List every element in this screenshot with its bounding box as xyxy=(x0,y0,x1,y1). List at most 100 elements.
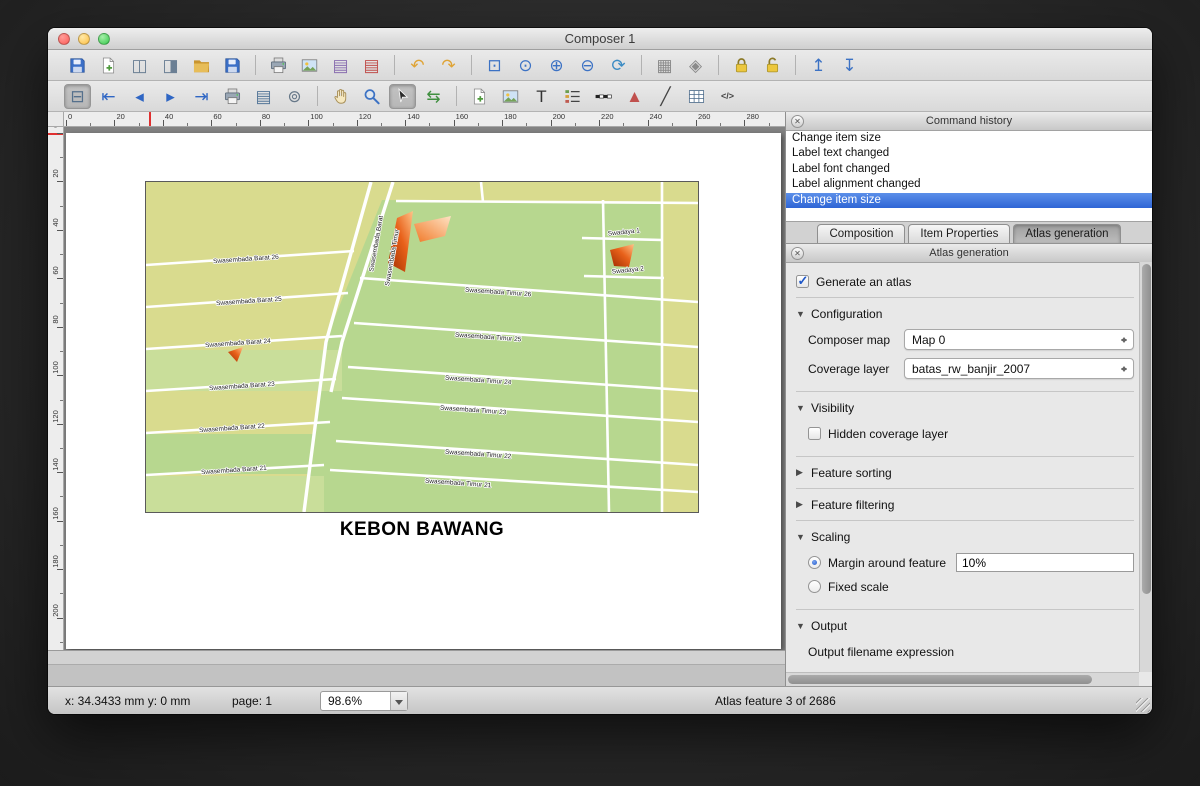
history-item[interactable]: Change item size xyxy=(786,131,1152,146)
zoom-window-button[interactable] xyxy=(98,33,110,45)
hidden-coverage-layer-checkbox[interactable] xyxy=(808,427,821,440)
add-map-icon[interactable] xyxy=(466,84,493,109)
ruler-tick xyxy=(744,120,745,126)
raise-selected-items-icon[interactable]: ↥ xyxy=(805,53,832,78)
add-table-icon[interactable] xyxy=(683,84,710,109)
atlas-generation-panel: Generate an atlas Configuration Composer… xyxy=(786,263,1152,686)
atlas-first-feature-icon[interactable]: ⇤ xyxy=(95,84,122,109)
margin-value-input[interactable] xyxy=(956,553,1134,572)
ruler-tick-label: 100 xyxy=(310,112,323,121)
close-panel-icon[interactable] xyxy=(791,115,804,128)
coverage-layer-combo[interactable]: batas_rw_banjir_2007 xyxy=(904,358,1134,379)
divider xyxy=(796,297,1134,298)
zoom-full-icon[interactable]: ⊡ xyxy=(481,53,508,78)
fixed-scale-radio[interactable] xyxy=(808,580,821,593)
move-item-content-icon[interactable]: ⇆ xyxy=(420,84,447,109)
titlebar[interactable]: Composer 1 xyxy=(48,28,1152,50)
disclosure-triangle-icon[interactable] xyxy=(796,621,807,631)
scrollbar-thumb[interactable] xyxy=(788,675,1092,684)
export-svg-icon[interactable]: ▤ xyxy=(327,53,354,78)
composer-window: Composer 1 ◫◨▤▤↶↷⊡⊙⊕⊖⟳▦◈↥↧ ⊟⇤◂▸⇥▤⊚⇆T▲╱</… xyxy=(48,28,1152,714)
ruler-tick-label: 0 xyxy=(68,112,72,121)
cursor-position-readout: x: 34.3433 mm y: 0 mm xyxy=(65,694,190,708)
undo-icon[interactable]: ↶ xyxy=(404,53,431,78)
ruler-tick xyxy=(60,593,63,594)
preview-atlas-icon[interactable]: ⊟ xyxy=(64,84,91,109)
disclosure-triangle-icon[interactable] xyxy=(796,467,807,478)
disclosure-triangle-icon[interactable] xyxy=(796,499,807,510)
dropdown-arrow-icon[interactable] xyxy=(390,692,407,710)
zoom-tool-icon[interactable] xyxy=(358,84,385,109)
lower-selected-items-icon[interactable]: ↧ xyxy=(836,53,863,78)
atlas-settings-icon[interactable]: ⊚ xyxy=(281,84,308,109)
new-composition-icon[interactable] xyxy=(95,53,122,78)
add-label-icon[interactable]: T xyxy=(528,84,555,109)
map-item[interactable]: Swasembada Barat 26Swasembada Barat 25Sw… xyxy=(145,181,699,513)
zoom-in-icon[interactable]: ⊕ xyxy=(543,53,570,78)
ruler-tick-label: 220 xyxy=(601,112,614,121)
composer-canvas[interactable]: Swasembada Barat 26Swasembada Barat 25Sw… xyxy=(64,127,785,650)
minimize-window-button[interactable] xyxy=(78,33,90,45)
add-html-icon[interactable]: </> xyxy=(714,84,741,109)
resize-grip[interactable] xyxy=(1136,698,1150,712)
atlas-last-feature-icon[interactable]: ⇥ xyxy=(188,84,215,109)
tab-composition[interactable]: Composition xyxy=(817,224,905,243)
map-title-label[interactable]: KEBON BAWANG xyxy=(145,519,699,541)
composer-map-combo[interactable]: Map 0 xyxy=(904,329,1134,350)
margin-around-feature-label: Margin around feature xyxy=(828,556,946,570)
disclosure-triangle-icon[interactable] xyxy=(796,532,807,542)
lock-selected-items-icon[interactable] xyxy=(728,53,755,78)
load-template-icon[interactable] xyxy=(188,53,215,78)
export-atlas-icon[interactable]: ▤ xyxy=(250,84,277,109)
atlas-next-feature-icon[interactable]: ▸ xyxy=(157,84,184,109)
divider xyxy=(796,456,1134,457)
zoom-actual-icon[interactable]: ⊙ xyxy=(512,53,539,78)
margin-around-feature-radio[interactable] xyxy=(808,556,821,569)
export-pdf-icon[interactable]: ▤ xyxy=(358,53,385,78)
scrollbar-thumb[interactable] xyxy=(1142,264,1151,594)
add-scalebar-icon[interactable] xyxy=(590,84,617,109)
composition-manager-icon[interactable]: ◨ xyxy=(157,53,184,78)
smart-guides-icon[interactable]: ◈ xyxy=(682,53,709,78)
add-arrow-icon[interactable]: ╱ xyxy=(652,84,679,109)
add-shape-icon[interactable]: ▲ xyxy=(621,84,648,109)
panel-vertical-scrollbar[interactable] xyxy=(1139,262,1152,672)
ruler-tick xyxy=(720,123,721,126)
history-item[interactable]: Label text changed xyxy=(786,146,1152,161)
print-icon[interactable] xyxy=(265,53,292,78)
disclosure-triangle-icon[interactable] xyxy=(796,309,807,319)
ruler-tick-label: 180 xyxy=(504,112,517,121)
disclosure-triangle-icon[interactable] xyxy=(796,403,807,413)
canvas-horizontal-scrollbar[interactable] xyxy=(48,651,785,665)
ruler-tick-label: 200 xyxy=(553,112,566,121)
close-window-button[interactable] xyxy=(58,33,70,45)
zoom-level-combo[interactable]: 98.6% xyxy=(320,691,408,711)
add-legend-icon[interactable] xyxy=(559,84,586,109)
print-atlas-icon[interactable] xyxy=(219,84,246,109)
horizontal-ruler: 020406080100120140160180200220240260280 xyxy=(64,112,785,127)
command-history-header: Command history xyxy=(786,112,1152,131)
zoom-out-icon[interactable]: ⊖ xyxy=(574,53,601,78)
history-item[interactable]: Label font changed xyxy=(786,162,1152,177)
history-item[interactable]: Change item size xyxy=(786,193,1152,208)
close-panel-icon[interactable] xyxy=(791,247,804,260)
ruler-tick xyxy=(236,123,237,126)
select-move-item-icon[interactable] xyxy=(389,84,416,109)
snap-grid-icon[interactable]: ▦ xyxy=(651,53,678,78)
duplicate-composition-icon[interactable]: ◫ xyxy=(126,53,153,78)
generate-atlas-checkbox[interactable] xyxy=(796,275,809,288)
tab-atlas-generation[interactable]: Atlas generation xyxy=(1013,224,1120,243)
composer-page[interactable]: Swasembada Barat 26Swasembada Barat 25Sw… xyxy=(66,133,781,649)
tab-item-properties[interactable]: Item Properties xyxy=(908,224,1010,243)
atlas-previous-feature-icon[interactable]: ◂ xyxy=(126,84,153,109)
add-image-icon[interactable] xyxy=(497,84,524,109)
refresh-view-icon[interactable]: ⟳ xyxy=(605,53,632,78)
pan-tool-icon[interactable] xyxy=(327,84,354,109)
save-template-icon[interactable] xyxy=(219,53,246,78)
history-item[interactable]: Label alignment changed xyxy=(786,177,1152,192)
unlock-all-items-icon[interactable] xyxy=(759,53,786,78)
export-image-icon[interactable] xyxy=(296,53,323,78)
save-project-icon[interactable] xyxy=(64,53,91,78)
redo-icon[interactable]: ↷ xyxy=(435,53,462,78)
panel-horizontal-scrollbar[interactable] xyxy=(786,672,1139,686)
